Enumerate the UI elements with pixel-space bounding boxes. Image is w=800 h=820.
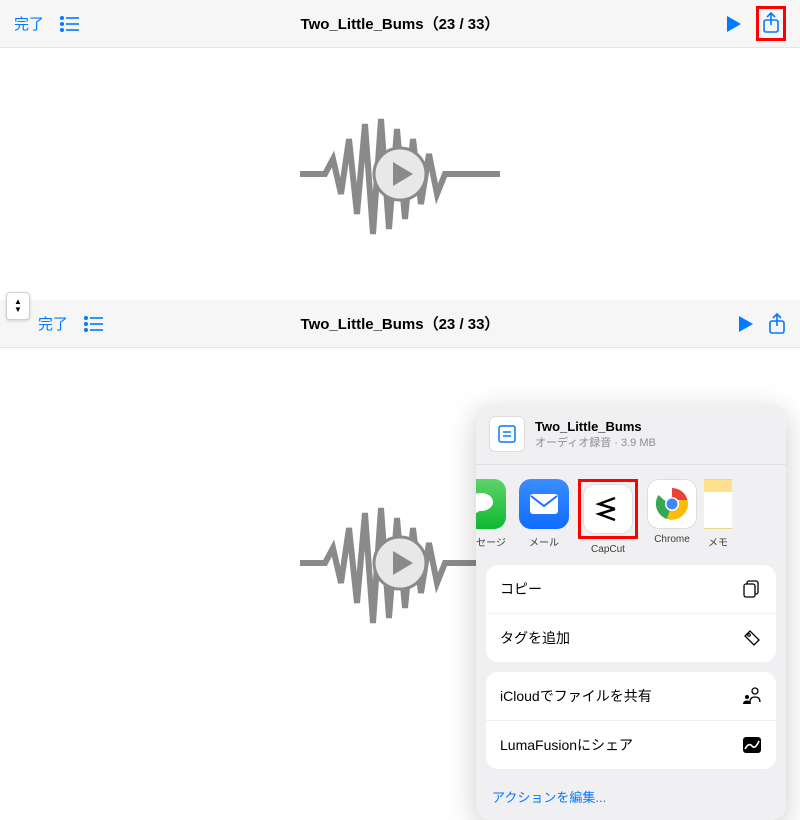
bottom-titlebar: ▲ ▼ 完了 Two_Little_Bums（23 / 33）: [0, 300, 800, 348]
app-chrome[interactable]: Chrome: [640, 479, 704, 545]
capcut-icon: [583, 484, 633, 534]
file-meta: オーディオ録音 · 3.9 MB: [535, 434, 656, 450]
list-icon[interactable]: [84, 316, 104, 332]
scroll-indicator[interactable]: ▲ ▼: [6, 292, 30, 320]
file-thumbnail: [489, 416, 525, 452]
app-label: メモ: [708, 534, 728, 549]
app-label: メッセージ: [476, 534, 506, 549]
share-header: Two_Little_Bums オーディオ録音 · 3.9 MB: [476, 404, 786, 465]
app-row[interactable]: メッセージ メール CapCut: [476, 465, 786, 565]
share-button[interactable]: [762, 12, 780, 34]
top-titlebar-right: [726, 6, 786, 41]
action-lumafusion[interactable]: LumaFusionにシェア: [486, 721, 776, 769]
top-titlebar-left: 完了: [14, 13, 80, 34]
bottom-titlebar-left: 完了: [38, 313, 104, 334]
app-label: メール: [529, 534, 559, 549]
bottom-content: Two_Little_Bums オーディオ録音 · 3.9 MB メッセージ メ…: [0, 348, 800, 708]
action-list-2: iCloudでファイルを共有 LumaFusionにシェア: [486, 672, 776, 769]
bottom-title: Two_Little_Bums（23 / 33）: [301, 313, 500, 334]
action-list-1: コピー タグを追加: [486, 565, 776, 662]
notes-icon: [704, 479, 732, 529]
app-label: CapCut: [591, 544, 625, 555]
share-sheet: Two_Little_Bums オーディオ録音 · 3.9 MB メッセージ メ…: [476, 404, 786, 820]
share-button[interactable]: [768, 313, 786, 335]
top-title: Two_Little_Bums（23 / 33）: [301, 13, 500, 34]
top-panel: 完了 Two_Little_Bums（23 / 33）: [0, 0, 800, 300]
audio-placeholder[interactable]: [300, 104, 500, 244]
capcut-highlight: [578, 479, 638, 539]
file-info: Two_Little_Bums オーディオ録音 · 3.9 MB: [535, 419, 656, 450]
share-button-highlight: [756, 6, 786, 41]
edit-actions-link[interactable]: アクションを編集...: [476, 777, 786, 820]
top-content: [0, 48, 800, 300]
done-button[interactable]: 完了: [38, 313, 68, 334]
list-icon[interactable]: [60, 16, 80, 32]
action-label: iCloudでファイルを共有: [500, 686, 652, 706]
top-titlebar: 完了 Two_Little_Bums（23 / 33）: [0, 0, 800, 48]
action-copy[interactable]: コピー: [486, 565, 776, 614]
app-label: Chrome: [654, 534, 690, 545]
messages-icon: [476, 479, 506, 529]
app-notes[interactable]: メモ: [704, 479, 732, 549]
action-label: コピー: [500, 579, 542, 599]
chevron-down-icon: ▼: [14, 306, 22, 314]
icloud-people-icon: [742, 686, 762, 706]
play-button[interactable]: [738, 315, 754, 333]
done-button[interactable]: 完了: [14, 13, 44, 34]
app-messages[interactable]: メッセージ: [476, 479, 512, 549]
play-button[interactable]: [726, 15, 742, 33]
app-capcut[interactable]: CapCut: [576, 479, 640, 555]
copy-icon: [742, 579, 762, 599]
bottom-titlebar-right: [738, 313, 786, 335]
bottom-panel: ▲ ▼ 完了 Two_Little_Bums（23 / 33）: [0, 300, 800, 708]
audio-placeholder[interactable]: [300, 493, 500, 633]
app-mail[interactable]: メール: [512, 479, 576, 549]
action-add-tag[interactable]: タグを追加: [486, 614, 776, 662]
action-label: タグを追加: [500, 628, 570, 648]
lumafusion-icon: [742, 735, 762, 755]
file-name: Two_Little_Bums: [535, 419, 656, 434]
tag-icon: [742, 628, 762, 648]
mail-icon: [519, 479, 569, 529]
chrome-icon: [647, 479, 697, 529]
action-label: LumaFusionにシェア: [500, 735, 633, 755]
action-icloud-share[interactable]: iCloudでファイルを共有: [486, 672, 776, 721]
